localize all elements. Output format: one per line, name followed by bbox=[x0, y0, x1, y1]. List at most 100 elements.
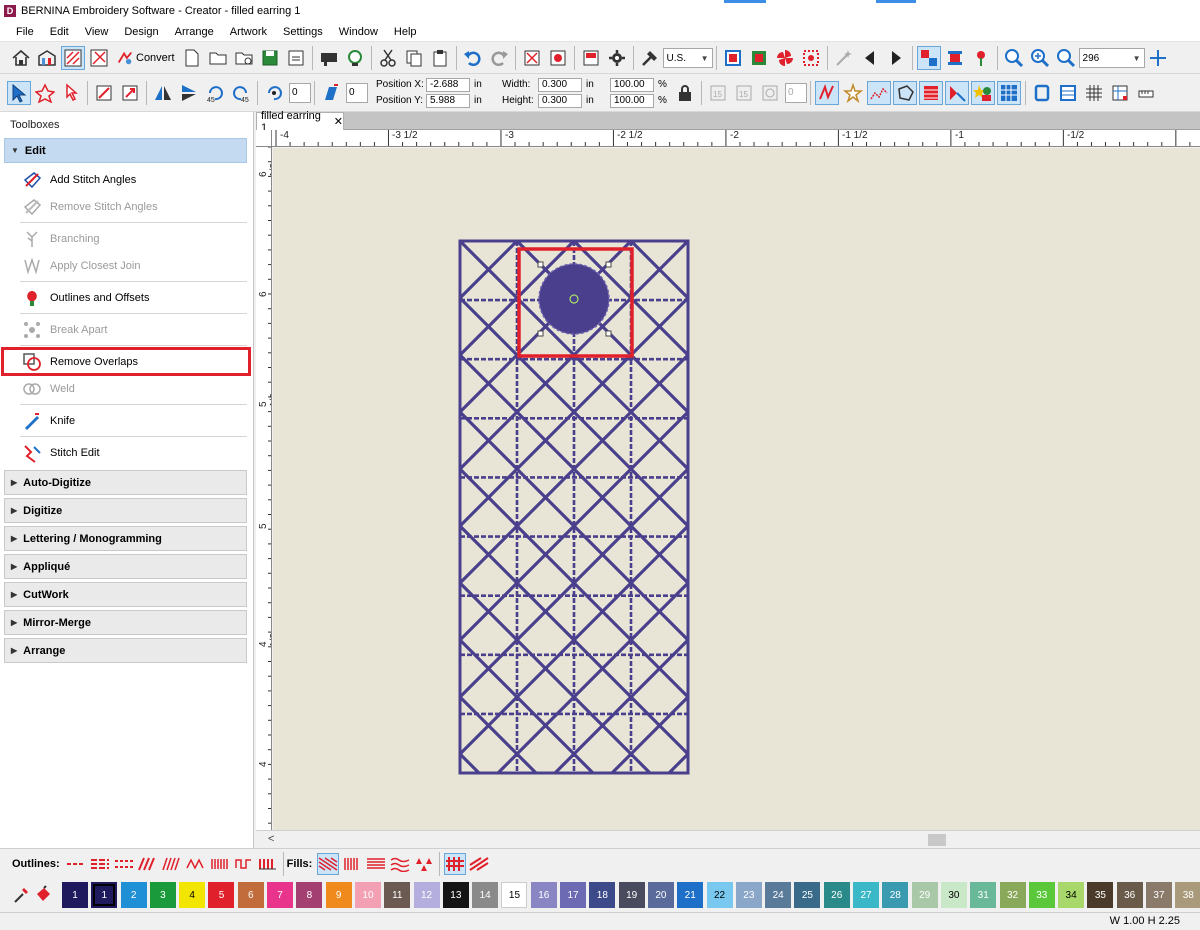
color-swatch[interactable]: 18 bbox=[589, 882, 616, 908]
color-fill-bucket-icon[interactable] bbox=[34, 883, 54, 907]
artwork-canvas-icon[interactable] bbox=[87, 46, 111, 70]
tatami-fill-icon[interactable] bbox=[919, 80, 943, 105]
color-swatch[interactable]: 9 bbox=[325, 882, 352, 908]
color-swatch[interactable]: 16 bbox=[530, 882, 557, 908]
width-field[interactable]: 0.300 bbox=[538, 77, 582, 92]
rotate-angle-icon[interactable] bbox=[262, 81, 286, 105]
outline-single-run-icon[interactable] bbox=[65, 853, 87, 875]
stitch-angle-free-icon[interactable] bbox=[758, 81, 782, 105]
cut-icon[interactable] bbox=[376, 46, 400, 70]
frame-square-icon[interactable] bbox=[1030, 81, 1054, 105]
scale-width-field[interactable]: 100.00 bbox=[610, 77, 654, 92]
copy-icon[interactable] bbox=[402, 46, 426, 70]
tool-add-stitch-angles[interactable]: Add Stitch Angles bbox=[0, 166, 253, 193]
color-swatch[interactable]: 4 bbox=[179, 882, 206, 908]
measure-icon[interactable] bbox=[1134, 81, 1158, 105]
zoom-out-icon[interactable] bbox=[1054, 46, 1078, 70]
color-swatch[interactable]: 14 bbox=[472, 882, 499, 908]
satin-stitch-icon[interactable] bbox=[815, 80, 839, 105]
color-swatch[interactable]: 5 bbox=[208, 882, 235, 908]
menu-edit[interactable]: Edit bbox=[42, 26, 77, 38]
mirror-vertical-icon[interactable] bbox=[151, 81, 175, 105]
product-view-icon[interactable] bbox=[747, 46, 771, 70]
grid-lines-icon[interactable] bbox=[1082, 81, 1106, 105]
document-tab[interactable]: filled earring 1 ✕ bbox=[256, 110, 344, 134]
shapes-icon[interactable] bbox=[971, 80, 995, 105]
fill-motif-triangles-icon[interactable] bbox=[413, 853, 435, 875]
color-swatch[interactable]: 29 bbox=[911, 882, 938, 908]
pinwheel-icon[interactable] bbox=[773, 46, 797, 70]
menu-file[interactable]: File bbox=[8, 26, 42, 38]
section-lettering-monogramming[interactable]: ▶ Lettering / Monogramming bbox=[4, 526, 247, 551]
section-arrange[interactable]: ▶ Arrange bbox=[4, 638, 247, 663]
thread-spool-icon[interactable] bbox=[943, 46, 967, 70]
color-swatch[interactable]: 23 bbox=[735, 882, 762, 908]
rotate-left-45-icon[interactable]: 45 bbox=[203, 81, 227, 105]
fill-satin-icon[interactable] bbox=[341, 853, 363, 875]
color-swatch[interactable]: 3 bbox=[149, 882, 176, 908]
color-swatch[interactable]: 26 bbox=[823, 882, 850, 908]
slant-angle-field[interactable]: 0 bbox=[346, 82, 368, 103]
rotate-right-45-icon[interactable]: 45 bbox=[229, 81, 253, 105]
close-icon[interactable]: ✕ bbox=[334, 115, 343, 128]
color-swatch[interactable]: 15 bbox=[501, 882, 528, 908]
grid-ruler-icon[interactable] bbox=[1108, 81, 1132, 105]
fill-tatami-icon[interactable] bbox=[317, 852, 340, 875]
save-as-icon[interactable] bbox=[284, 46, 308, 70]
color-swatch[interactable]: 36 bbox=[1116, 882, 1143, 908]
color-blocks-icon[interactable] bbox=[916, 46, 941, 70]
color-swatch[interactable]: 8 bbox=[296, 882, 323, 908]
fill-wave-icon[interactable] bbox=[389, 853, 411, 875]
rotate-angle-field[interactable]: 0 bbox=[289, 82, 311, 103]
fill-contour-icon[interactable] bbox=[468, 853, 490, 875]
outline-backstitch-icon[interactable] bbox=[113, 853, 135, 875]
section-digitize[interactable]: ▶ Digitize bbox=[4, 498, 247, 523]
outline-triple-run-icon[interactable] bbox=[89, 853, 111, 875]
color-swatch[interactable]: 13 bbox=[442, 882, 469, 908]
outline-motif-icon[interactable] bbox=[257, 853, 279, 875]
color-swatch[interactable]: 12 bbox=[413, 882, 440, 908]
embroidery-canvas-icon[interactable] bbox=[61, 46, 85, 70]
color-swatch[interactable]: 32 bbox=[999, 882, 1026, 908]
undo-icon[interactable] bbox=[461, 46, 485, 70]
height-field[interactable]: 0.300 bbox=[538, 93, 582, 108]
zoom-select[interactable]: 296 ▼ bbox=[1078, 48, 1145, 68]
earring-hole-circle[interactable] bbox=[538, 263, 610, 335]
color-swatch[interactable]: 7 bbox=[267, 882, 294, 908]
tool-branching[interactable]: Branching bbox=[0, 225, 253, 252]
stitch-angle-15-icon[interactable]: 15 bbox=[706, 81, 730, 105]
import-embroidery-icon[interactable] bbox=[520, 46, 544, 70]
convert-button[interactable]: Convert bbox=[112, 46, 179, 70]
reshape-icon[interactable] bbox=[59, 81, 83, 105]
menu-window[interactable]: Window bbox=[331, 26, 386, 38]
color-swatch[interactable]: 25 bbox=[794, 882, 821, 908]
color-swatch[interactable]: 27 bbox=[853, 882, 880, 908]
tool-break-apart[interactable]: Break Apart bbox=[0, 316, 253, 343]
color-film-icon[interactable] bbox=[579, 46, 603, 70]
outline-satin-icon[interactable] bbox=[161, 853, 183, 875]
grid-table-icon[interactable] bbox=[1056, 81, 1080, 105]
scroll-left-icon[interactable]: < bbox=[268, 833, 274, 845]
new-file-icon[interactable] bbox=[180, 46, 204, 70]
outline-zigzag-icon[interactable] bbox=[185, 853, 207, 875]
tool-apply-closest-join[interactable]: Apply Closest Join bbox=[0, 252, 253, 279]
section-edit[interactable]: ▼ Edit bbox=[4, 138, 247, 163]
stitch-angle-field[interactable]: 0 bbox=[785, 82, 807, 103]
tool-remove-overlaps[interactable]: Remove Overlaps bbox=[1, 347, 251, 376]
color-swatch[interactable]: 37 bbox=[1145, 882, 1172, 908]
fill-arrow-icon[interactable] bbox=[945, 80, 969, 105]
menu-design[interactable]: Design bbox=[116, 26, 166, 38]
color-swatch[interactable]: 11 bbox=[384, 882, 411, 908]
color-swatch[interactable]: 24 bbox=[765, 882, 792, 908]
menu-help[interactable]: Help bbox=[386, 26, 425, 38]
star-shape-icon[interactable] bbox=[841, 81, 865, 105]
insert-embroidery-icon[interactable] bbox=[546, 46, 570, 70]
units-select[interactable]: U.S. ▼ bbox=[662, 48, 713, 68]
color-swatch[interactable]: 10 bbox=[354, 882, 381, 908]
menu-arrange[interactable]: Arrange bbox=[167, 26, 222, 38]
proportional-lock-icon[interactable] bbox=[673, 81, 697, 105]
section-mirror-merge[interactable]: ▶ Mirror-Merge bbox=[4, 610, 247, 635]
polygon-select-icon[interactable] bbox=[33, 81, 57, 105]
earring-lattice[interactable] bbox=[273, 241, 1200, 773]
save-icon[interactable] bbox=[258, 46, 282, 70]
